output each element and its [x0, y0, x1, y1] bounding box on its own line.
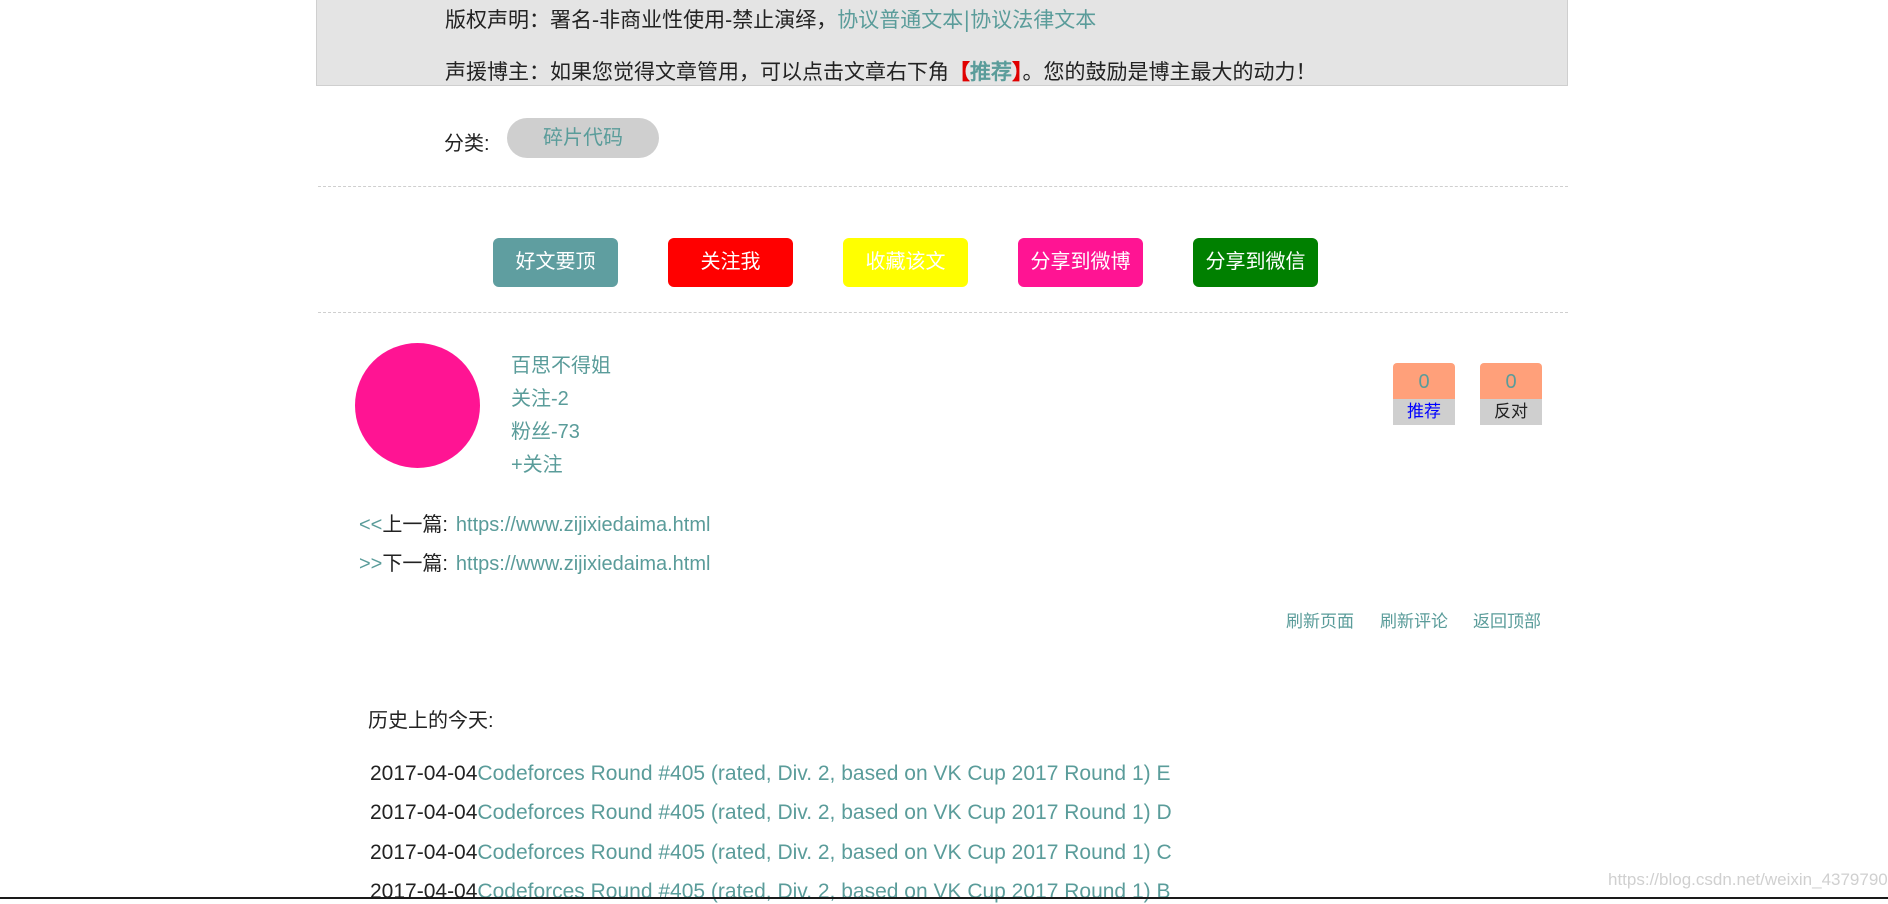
- avatar[interactable]: [355, 343, 480, 468]
- refresh-page-link[interactable]: 刷新页面: [1286, 607, 1354, 632]
- favorite-post-button[interactable]: 收藏该文: [843, 238, 968, 287]
- refresh-comments-link[interactable]: 刷新评论: [1380, 607, 1448, 632]
- next-label: 下一篇:: [382, 553, 448, 575]
- back-to-top-link[interactable]: 返回顶部: [1473, 607, 1541, 632]
- bracket-open: 【: [949, 59, 970, 84]
- previous-post: <<上一篇: https://www.zijixiedaima.html: [359, 508, 710, 537]
- history-link[interactable]: Codeforces Round #405 (rated, Div. 2, ba…: [477, 762, 1170, 785]
- watermark: https://blog.csdn.net/weixin_43797908: [1608, 870, 1888, 889]
- bracket-close: 】: [1012, 59, 1023, 84]
- license-normal-link[interactable]: 协议普通文本: [837, 8, 963, 32]
- category-label: 分类:: [444, 133, 490, 155]
- license-legal-link[interactable]: 协议法律文本: [970, 8, 1096, 32]
- previous-post-link[interactable]: https://www.zijixiedaima.html: [456, 514, 711, 536]
- history-link[interactable]: Codeforces Round #405 (rated, Div. 2, ba…: [477, 880, 1170, 903]
- history-link[interactable]: Codeforces Round #405 (rated, Div. 2, ba…: [477, 841, 1171, 864]
- support-suffix: 。您的鼓励是博主最大的动力！: [1022, 60, 1317, 84]
- copyright-box: 版权声明：署名-非商业性使用-禁止演绎，协议普通文本|协议法律文本 声援博主：如…: [316, 0, 1568, 86]
- next-post-link[interactable]: https://www.zijixiedaima.html: [456, 553, 711, 575]
- history-date: 2017-04-04: [370, 801, 478, 824]
- next-post: >>下一篇: https://www.zijixiedaima.html: [359, 547, 710, 576]
- previous-label: 上一篇:: [382, 514, 448, 536]
- follow-author-link[interactable]: +关注: [511, 448, 563, 477]
- oppose-count-button[interactable]: 0: [1480, 363, 1542, 401]
- support-line: 声援博主：如果您觉得文章管用，可以点击文章右下角【推荐】。您的鼓励是博主最大的动…: [445, 56, 1317, 86]
- history-item: 2017-04-04Codeforces Round #405 (rated, …: [370, 880, 1170, 904]
- share-wechat-button[interactable]: 分享到微信: [1193, 238, 1318, 287]
- copyright-statement: 版权声明：署名-非商业性使用-禁止演绎，: [445, 8, 838, 32]
- history-item: 2017-04-04Codeforces Round #405 (rated, …: [370, 801, 1172, 825]
- history-date: 2017-04-04: [370, 880, 478, 903]
- followers-count-link[interactable]: 粉丝-73: [511, 415, 580, 444]
- divider: [318, 186, 1568, 187]
- recommend-emphasis: 推荐: [970, 59, 1012, 84]
- previous-arrows: <<: [359, 514, 383, 536]
- support-text: 声援博主：如果您觉得文章管用，可以点击文章右下角: [445, 60, 949, 84]
- copyright-line: 版权声明：署名-非商业性使用-禁止演绎，协议普通文本|协议法律文本: [445, 4, 1096, 34]
- recommend-post-button[interactable]: 好文要顶: [493, 238, 618, 287]
- recommend-count-button[interactable]: 0: [1393, 363, 1455, 401]
- history-date: 2017-04-04: [370, 841, 478, 864]
- share-weibo-button[interactable]: 分享到微博: [1018, 238, 1143, 287]
- history-item: 2017-04-04Codeforces Round #405 (rated, …: [370, 762, 1170, 786]
- follow-me-button[interactable]: 关注我: [668, 238, 793, 287]
- history-date: 2017-04-04: [370, 762, 478, 785]
- following-count-link[interactable]: 关注-2: [511, 382, 569, 411]
- next-arrows: >>: [359, 553, 383, 575]
- history-title: 历史上的今天:: [368, 710, 494, 732]
- author-name-link[interactable]: 百思不得姐: [511, 349, 611, 378]
- recommend-label: 推荐: [1393, 399, 1455, 425]
- oppose-label: 反对: [1480, 399, 1542, 425]
- divider: [318, 312, 1568, 313]
- history-link[interactable]: Codeforces Round #405 (rated, Div. 2, ba…: [477, 801, 1171, 824]
- category-tag[interactable]: 碎片代码: [507, 118, 659, 158]
- history-item: 2017-04-04Codeforces Round #405 (rated, …: [370, 841, 1172, 865]
